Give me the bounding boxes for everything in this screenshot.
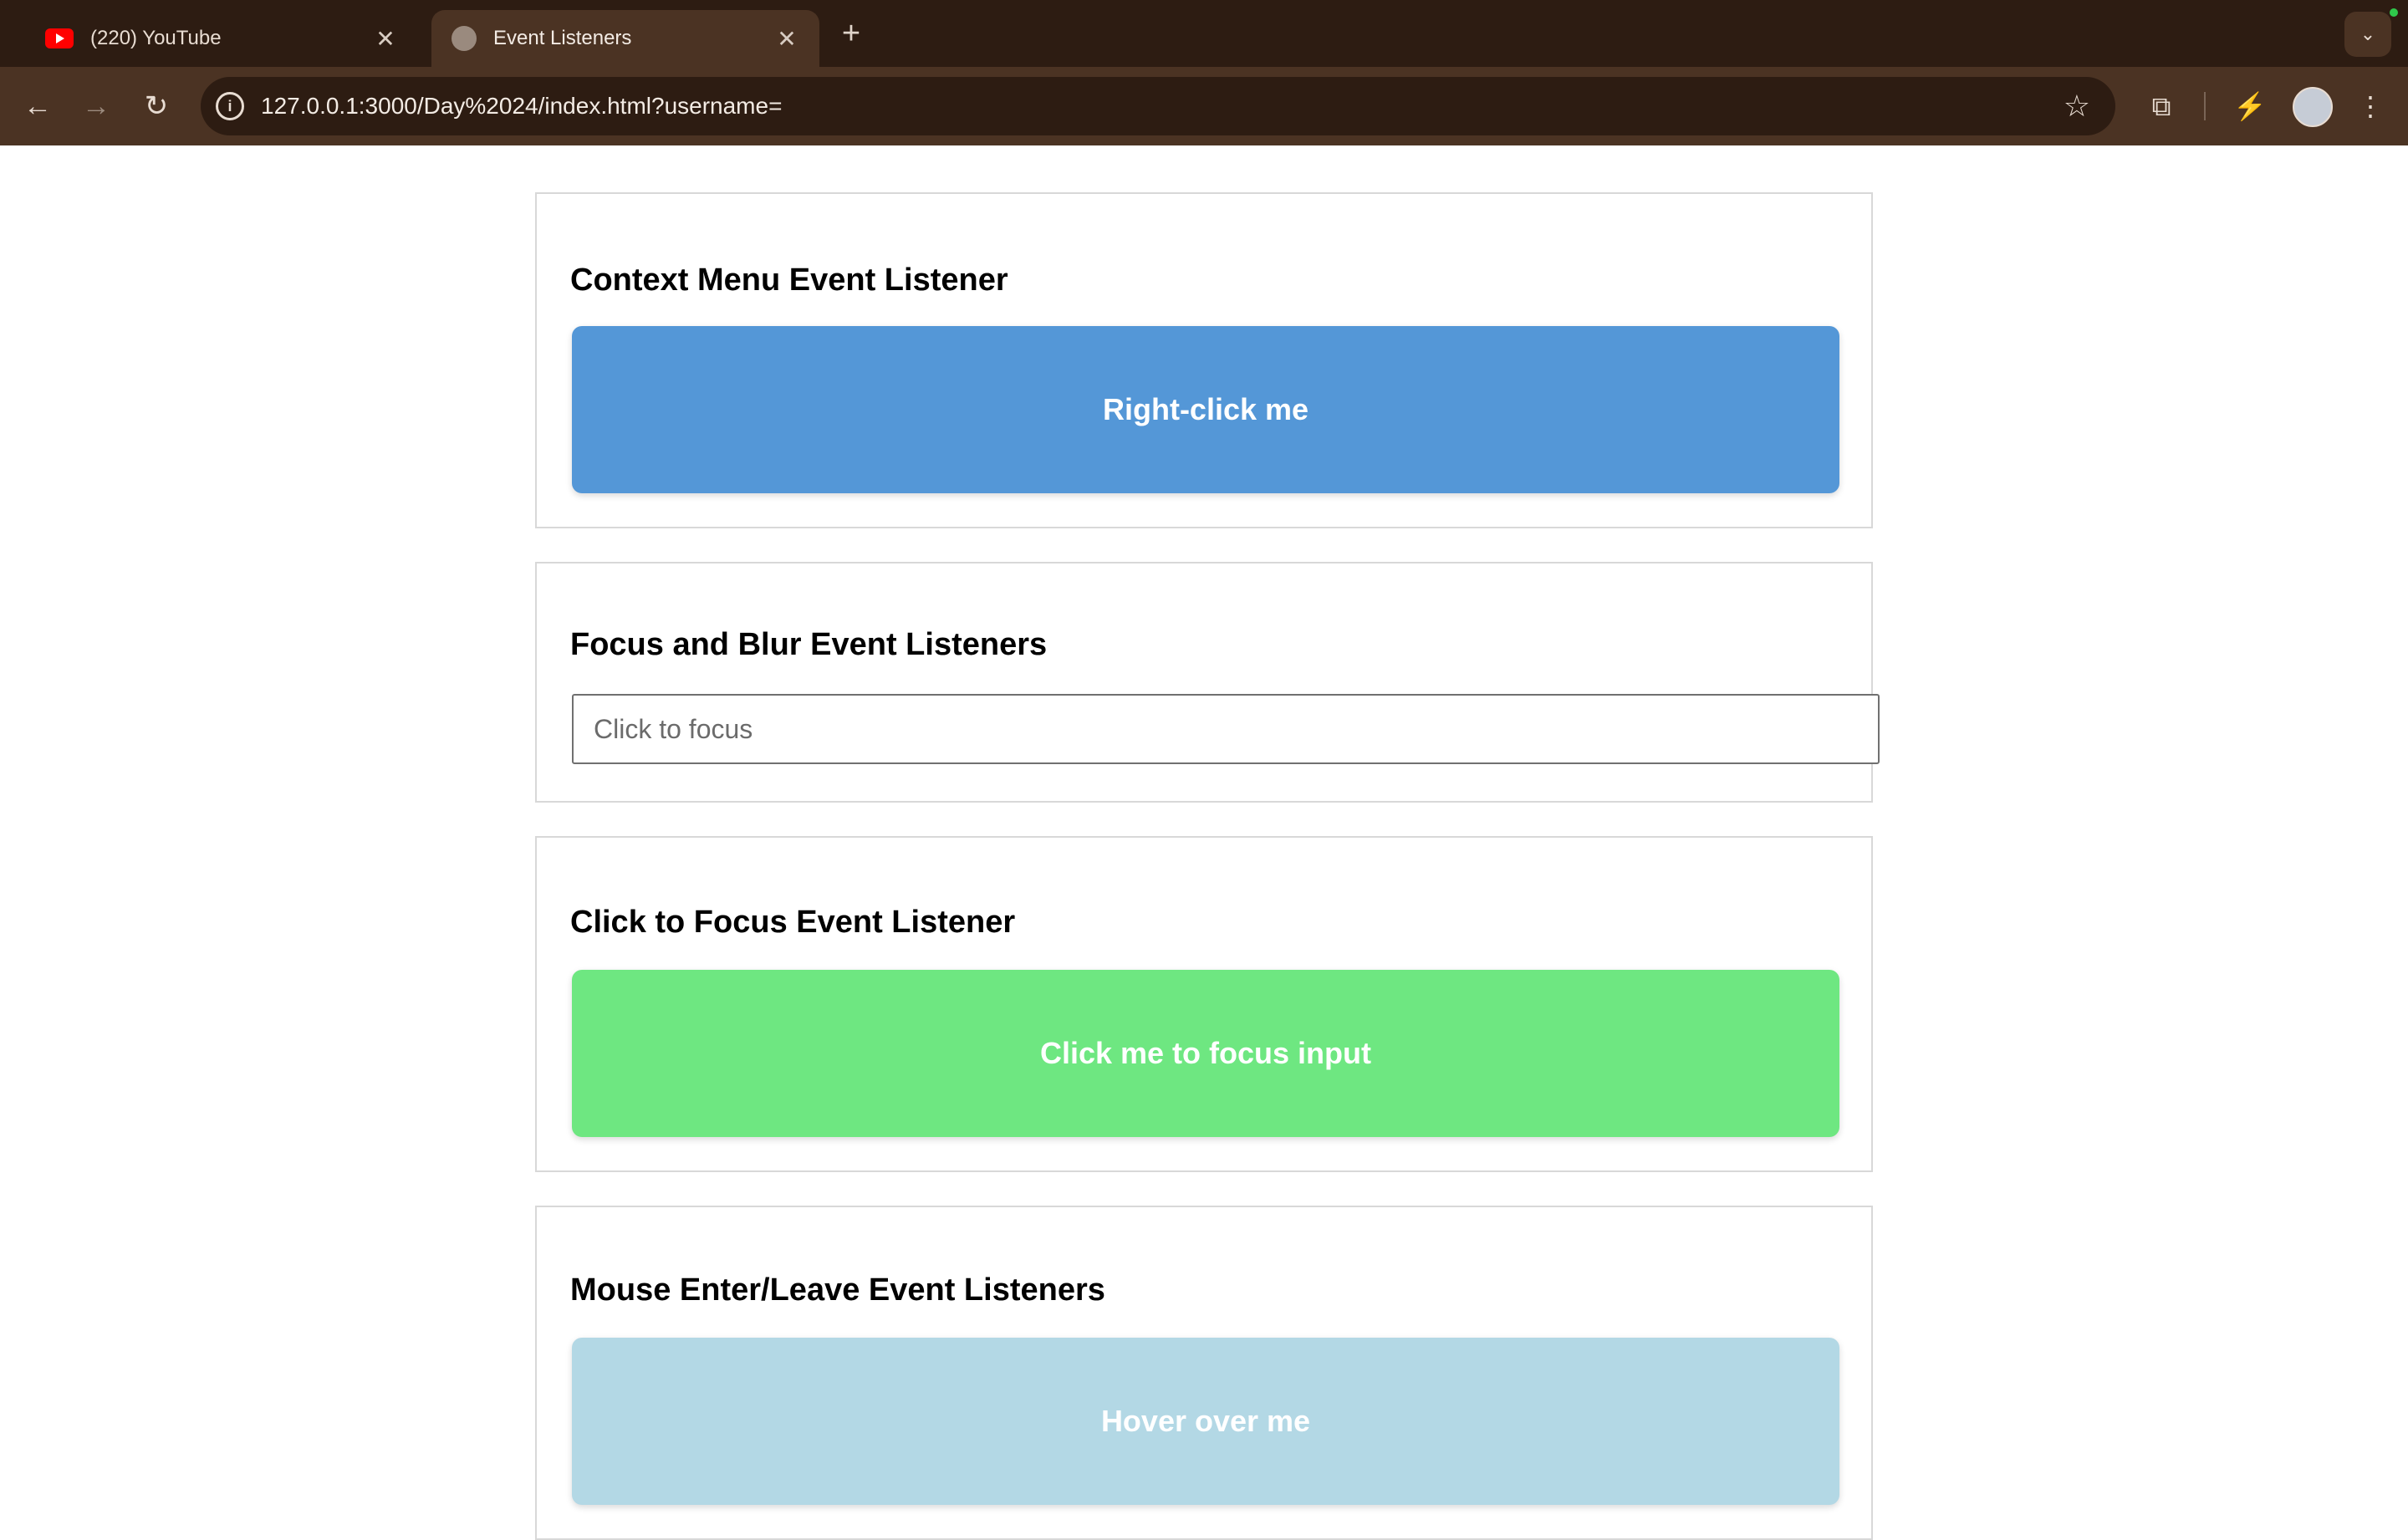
- focus-input[interactable]: [572, 694, 1880, 764]
- new-tab-button[interactable]: +: [834, 13, 868, 54]
- tab-title: Event Listeners: [493, 27, 632, 49]
- tab-strip: (220) YouTube ✕ Event Listeners ✕ + ⌄: [0, 0, 2408, 67]
- section-heading: Mouse Enter/Leave Event Listeners: [570, 1272, 1105, 1308]
- url-text[interactable]: 127.0.0.1:3000/Day%2024/index.html?usern…: [261, 93, 2064, 120]
- menu-icon[interactable]: ⋮: [2349, 85, 2391, 127]
- tab-event-listeners[interactable]: Event Listeners ✕: [431, 10, 819, 67]
- back-button[interactable]: ←: [17, 85, 59, 127]
- section-heading: Context Menu Event Listener: [570, 263, 1008, 298]
- reload-icon: ↻: [144, 90, 169, 122]
- tab-search-button[interactable]: ⌄: [2344, 12, 2391, 57]
- status-dot: [2390, 8, 2398, 17]
- bookmark-star-icon[interactable]: ☆: [2064, 89, 2090, 124]
- chevron-down-icon: ⌄: [2360, 23, 2376, 44]
- youtube-icon: [45, 28, 74, 48]
- extensions-icon[interactable]: ⧉: [2140, 85, 2182, 127]
- mouse-enter-leave-section: Mouse Enter/Leave Event Listeners Hover …: [535, 1206, 1873, 1540]
- info-icon[interactable]: i: [216, 92, 244, 120]
- browser-toolbar: ← → ↻ i 127.0.0.1:3000/Day%2024/index.ht…: [0, 67, 2408, 145]
- close-icon[interactable]: ✕: [373, 25, 398, 53]
- click-focus-section: Click to Focus Event Listener Click me t…: [535, 836, 1873, 1172]
- hover-box[interactable]: Hover over me: [572, 1338, 1839, 1505]
- focus-blur-section: Focus and Blur Event Listeners: [535, 562, 1880, 803]
- back-arrow-icon: ←: [23, 90, 52, 122]
- reload-button[interactable]: ↻: [135, 85, 177, 127]
- performance-icon[interactable]: ⚡: [2229, 85, 2271, 127]
- toolbar-divider: [2204, 92, 2206, 120]
- tab-title: (220) YouTube: [90, 27, 222, 49]
- right-click-button[interactable]: Right-click me: [572, 326, 1839, 493]
- globe-icon: [452, 26, 477, 51]
- address-bar[interactable]: i 127.0.0.1:3000/Day%2024/index.html?use…: [201, 77, 2115, 135]
- avatar[interactable]: [2293, 87, 2333, 127]
- close-icon[interactable]: ✕: [774, 25, 799, 53]
- forward-arrow-icon: →: [82, 90, 110, 122]
- section-heading: Focus and Blur Event Listeners: [570, 627, 1048, 662]
- section-heading: Click to Focus Event Listener: [570, 905, 1016, 940]
- context-menu-section: Context Menu Event Listener Right-click …: [535, 192, 1873, 528]
- tab-youtube[interactable]: (220) YouTube ✕: [25, 10, 418, 67]
- focus-input-button[interactable]: Click me to focus input: [572, 970, 1839, 1137]
- forward-button[interactable]: →: [75, 85, 117, 127]
- page-content: Context Menu Event Listener Right-click …: [0, 145, 2408, 1540]
